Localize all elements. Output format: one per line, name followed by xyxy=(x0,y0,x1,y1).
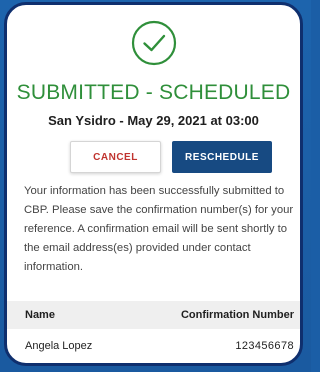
column-header-confirmation-number: Confirmation Number xyxy=(180,309,294,321)
status-title: SUBMITTED - SCHEDULED xyxy=(16,81,291,104)
table-row: Angela Lopez 123456678 xyxy=(7,333,300,359)
appointment-details: San Ysidro - May 29, 2021 at 03:00 xyxy=(48,113,259,128)
reschedule-button[interactable]: RESCHEDULE xyxy=(172,141,272,173)
table-header: Name Confirmation Number xyxy=(7,301,300,329)
confirmation-number: 123456678 xyxy=(235,340,294,352)
traveler-name: Angela Lopez xyxy=(25,340,93,352)
confirmation-message: Your information has been successfully s… xyxy=(24,185,294,273)
cancel-button[interactable]: CANCEL xyxy=(70,141,161,173)
column-header-name: Name xyxy=(25,309,55,321)
confirmation-screen: SUBMITTED - SCHEDULED San Ysidro - May 2… xyxy=(4,2,303,366)
check-circle-icon xyxy=(131,20,176,66)
